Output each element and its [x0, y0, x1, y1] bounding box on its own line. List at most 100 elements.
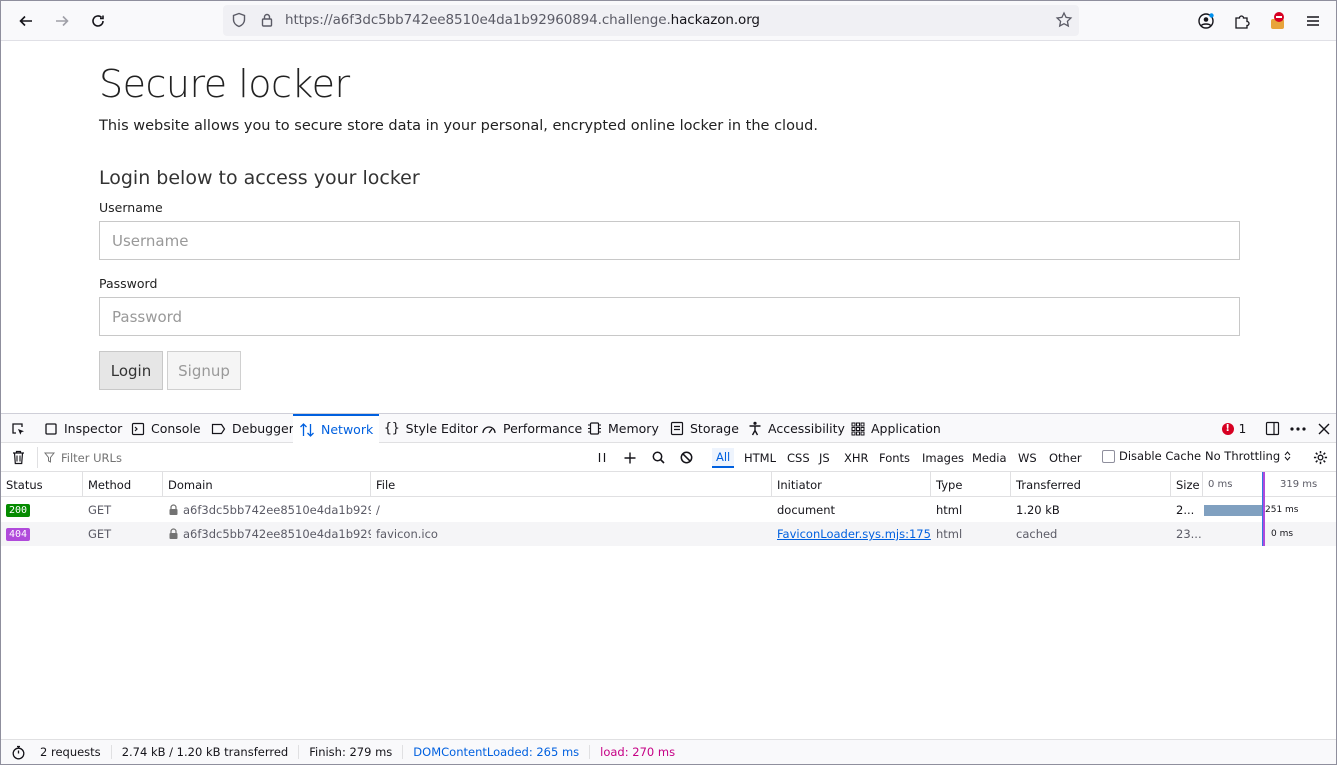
method-cell: GET — [88, 503, 112, 517]
throttling-select[interactable]: No Throttling — [1205, 449, 1291, 463]
domcontentloaded-time: DOMContentLoaded: 265 ms — [403, 745, 591, 759]
search-button[interactable] — [648, 443, 668, 472]
col-file[interactable]: File — [371, 472, 772, 497]
back-button[interactable] — [12, 7, 40, 35]
tab-performance[interactable]: Performance — [475, 414, 588, 443]
accessibility-person-icon — [749, 421, 761, 436]
filter-other[interactable]: Other — [1045, 448, 1086, 468]
menu-button[interactable] — [1299, 7, 1327, 35]
tab-style-editor[interactable]: {} Style Editor — [378, 414, 484, 443]
tab-memory[interactable]: Memory — [581, 414, 665, 443]
add-request-blocking-button[interactable] — [620, 443, 640, 472]
lock-icon — [169, 504, 178, 515]
method-cell: GET — [88, 527, 112, 541]
forward-button[interactable] — [48, 7, 76, 35]
tab-console[interactable]: Console — [125, 414, 207, 443]
error-badge: ! 1 — [1221, 421, 1247, 436]
filter-media[interactable]: Media — [968, 448, 1011, 468]
bookmark-star-icon[interactable] — [1055, 11, 1073, 29]
pause-icon — [598, 453, 606, 462]
address-bar[interactable]: https://a6f3dc5bb742ee8510e4da1b92960894… — [223, 5, 1079, 36]
col-waterfall-start: 0 ms — [1208, 479, 1233, 490]
login-heading: Login below to access your locker — [99, 167, 420, 189]
col-method[interactable]: Method — [83, 472, 163, 497]
tab-accessibility[interactable]: Accessibility — [742, 414, 851, 443]
file-cell: favicon.ico — [376, 527, 438, 541]
tab-performance-label: Performance — [503, 421, 583, 436]
updown-chevron-icon — [1284, 451, 1291, 461]
domain-cell: a6f3dc5bb742ee8510e4da1b9296... — [163, 522, 371, 546]
finish-time: Finish: 279 ms — [299, 745, 404, 759]
storage-icon — [670, 421, 684, 436]
filter-ws[interactable]: WS — [1014, 448, 1041, 468]
memory-chip-icon — [588, 422, 601, 435]
account-button[interactable] — [1192, 7, 1220, 35]
col-domain[interactable]: Domain — [163, 472, 371, 497]
filter-urls-input[interactable]: Filter URLs — [37, 447, 582, 468]
console-icon — [131, 422, 145, 435]
col-size[interactable]: Size — [1171, 472, 1203, 497]
tab-accessibility-label: Accessibility — [768, 421, 845, 436]
password-input[interactable] — [99, 297, 1240, 336]
filter-fonts[interactable]: Fonts — [875, 448, 914, 468]
devtools-options-button[interactable] — [1286, 414, 1310, 443]
filter-all[interactable]: All — [712, 448, 735, 468]
error-count-badge[interactable]: ! 1 — [1219, 414, 1249, 443]
clear-requests-button[interactable] — [7, 443, 29, 472]
lock-icon[interactable] — [259, 12, 275, 28]
domain-cell: a6f3dc5bb742ee8510e4da1b9296... — [163, 498, 371, 522]
transferred-cell: cached — [1016, 527, 1058, 541]
tab-inspector-label: Inspector — [64, 421, 123, 436]
stopwatch-button[interactable] — [1, 745, 30, 759]
tab-storage[interactable]: Storage — [664, 414, 745, 443]
type-cell: html — [936, 503, 963, 517]
error-count: 1 — [1238, 421, 1247, 436]
throttling-value: No Throttling — [1205, 449, 1281, 463]
filter-images[interactable]: Images — [918, 448, 968, 468]
username-input[interactable] — [99, 221, 1240, 260]
col-waterfall-end: 319 ms — [1280, 479, 1318, 490]
filter-css[interactable]: CSS — [783, 448, 814, 468]
table-row[interactable]: 404 GET a6f3dc5bb742ee8510e4da1b9296... … — [1, 522, 1336, 546]
initiator-link[interactable]: FaviconLoader.sys.mjs:175 — [777, 527, 931, 541]
reload-button[interactable] — [84, 7, 112, 35]
network-statusbar: 2 requests 2.74 kB / 1.20 kB transferred… — [1, 739, 1336, 764]
tab-console-label: Console — [151, 421, 201, 436]
password-label: Password — [99, 276, 158, 291]
block-requests-button[interactable] — [676, 443, 696, 472]
lock-icon — [169, 528, 178, 539]
login-button[interactable]: Login — [99, 351, 163, 390]
close-devtools-button[interactable] — [1312, 414, 1336, 443]
tab-network[interactable]: Network — [293, 414, 380, 443]
col-type[interactable]: Type — [931, 472, 1011, 497]
pause-button[interactable] — [592, 443, 612, 472]
element-picker-button[interactable] — [5, 414, 31, 443]
type-cell: html — [936, 527, 963, 541]
extensions-button[interactable] — [1228, 7, 1256, 35]
performance-gauge-icon — [482, 425, 496, 433]
ublock-extension-button[interactable] — [1264, 7, 1292, 35]
request-count: 2 requests — [30, 745, 112, 759]
checkbox-box[interactable] — [1102, 449, 1115, 463]
shield-icon[interactable] — [231, 12, 247, 28]
col-transferred[interactable]: Transferred — [1011, 472, 1171, 497]
filter-xhr[interactable]: XHR — [840, 448, 873, 468]
table-row[interactable]: 200 GET a6f3dc5bb742ee8510e4da1b9296... … — [1, 498, 1336, 522]
filter-html[interactable]: HTML — [740, 448, 780, 468]
filter-js[interactable]: JS — [815, 448, 834, 468]
tab-inspector[interactable]: Inspector — [38, 414, 128, 443]
file-cell: / — [376, 503, 380, 517]
tab-debugger[interactable]: Debugger — [205, 414, 300, 443]
signup-button[interactable]: Signup — [167, 351, 241, 390]
network-settings-button[interactable] — [1308, 443, 1332, 472]
col-status[interactable]: Status — [1, 472, 83, 497]
dock-side-button[interactable] — [1260, 414, 1284, 443]
page-content: Secure locker This website allows you to… — [1, 42, 1336, 412]
disable-cache-checkbox[interactable]: Disable Cache — [1102, 449, 1201, 463]
load-time: load: 270 ms — [600, 745, 676, 759]
puzzle-icon — [1235, 15, 1250, 29]
tab-application[interactable]: Application — [845, 414, 947, 443]
disable-cache-label: Disable Cache — [1119, 449, 1202, 463]
col-initiator[interactable]: Initiator — [772, 472, 931, 497]
load-marker — [1263, 472, 1265, 546]
